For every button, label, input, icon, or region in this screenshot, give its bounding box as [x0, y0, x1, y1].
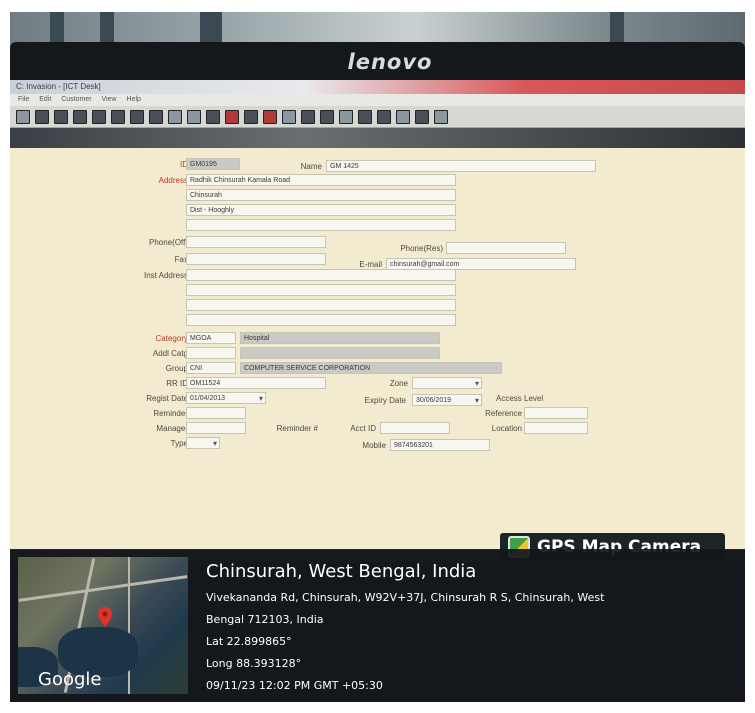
toolbar-help-icon[interactable]: [415, 109, 429, 124]
address-line-2[interactable]: Chinsurah: [186, 189, 456, 201]
toolbar-shadow: [10, 128, 745, 148]
toolbar-open-icon[interactable]: [35, 109, 49, 124]
category-code[interactable]: MGOA: [186, 332, 236, 344]
menu-customer[interactable]: Customer: [61, 96, 91, 103]
category-label: Category: [155, 334, 188, 343]
acct-id-field[interactable]: [380, 422, 450, 434]
address-label: Address: [158, 176, 188, 185]
toolbar-lock-icon[interactable]: [396, 109, 410, 124]
menu-bar: File Edit Customer View Help: [10, 94, 745, 106]
acct-id-label: Acct ID: [350, 424, 376, 433]
inst-address-line-4[interactable]: [186, 314, 456, 326]
manager-field[interactable]: [186, 422, 246, 434]
timestamp: 09/11/23 12:02 PM GMT +05:30: [206, 679, 383, 692]
rr-id-field[interactable]: OM11524: [186, 377, 326, 389]
toolbar-filter-icon[interactable]: [187, 109, 201, 124]
toolbar-find-icon[interactable]: [168, 109, 182, 124]
category-value: Hospital: [240, 332, 440, 344]
toolbar-save-icon[interactable]: [54, 109, 68, 124]
address-line-1[interactable]: Radhik Chinsurah Kamala Road: [186, 174, 456, 186]
email-label: E-mail: [359, 260, 382, 269]
id-label: ID: [180, 160, 188, 169]
toolbar: [10, 106, 745, 128]
reference-label: Reference: [485, 409, 522, 418]
toolbar-next-icon[interactable]: [130, 109, 144, 124]
fax-field[interactable]: [186, 253, 326, 265]
group-value: COMPUTER SERVICE CORPORATION: [240, 362, 502, 374]
addl-catg-value: [240, 347, 440, 359]
location-label: Location: [491, 424, 522, 433]
toolbar-mail-icon[interactable]: [339, 109, 353, 124]
type-label: Type: [170, 439, 188, 448]
toolbar-copy-icon[interactable]: [206, 109, 220, 124]
zone-dropdown[interactable]: [412, 377, 482, 389]
toolbar-last-icon[interactable]: [149, 109, 163, 124]
id-field[interactable]: GM0195: [186, 158, 240, 170]
toolbar-prev-icon[interactable]: [111, 109, 125, 124]
phone-off-field[interactable]: [186, 236, 326, 248]
reminder-field[interactable]: [186, 407, 246, 419]
latitude: Lat 22.899865°: [206, 635, 292, 648]
menu-edit[interactable]: Edit: [39, 96, 51, 103]
inst-address-line-2[interactable]: [186, 284, 456, 296]
inst-address-line-3[interactable]: [186, 299, 456, 311]
google-map-label: Google: [38, 669, 102, 690]
address-line-3[interactable]: Dist - Hooghly: [186, 204, 456, 216]
reminder-hash-label: Reminder #: [276, 424, 318, 433]
addl-catg-code[interactable]: [186, 347, 236, 359]
phone-res-label: Phone(Res): [400, 244, 443, 253]
reference-field[interactable]: [524, 407, 588, 419]
menu-view[interactable]: View: [102, 96, 117, 103]
addl-catg-label: Addl Catg: [152, 349, 188, 358]
zone-label: Zone: [389, 379, 408, 388]
reg-date-field[interactable]: 01/04/2013: [186, 392, 266, 404]
toolbar-exit-icon[interactable]: [434, 109, 448, 124]
toolbar-first-icon[interactable]: [92, 109, 106, 124]
group-code[interactable]: CNI: [186, 362, 236, 374]
location-address-line-2: Bengal 712103, India: [206, 613, 324, 626]
window-title: C: Invasion - [ICT Desk]: [10, 80, 745, 94]
mobile-field[interactable]: 9874563201: [390, 439, 490, 451]
access-level-label: Access Level: [496, 394, 544, 403]
longitude: Long 88.393128°: [206, 657, 302, 670]
reg-date-label: Regist Date: [146, 394, 188, 403]
mobile-label: Mobile: [362, 441, 386, 450]
name-label: Name: [300, 162, 322, 171]
toolbar-user-icon[interactable]: [377, 109, 391, 124]
toolbar-delete-icon[interactable]: [225, 109, 239, 124]
location-pin-icon: [98, 607, 112, 627]
location-overlay: Google Chinsurah, West Bengal, India Viv…: [10, 549, 745, 702]
reminder-label: Reminder: [153, 409, 188, 418]
toolbar-cut-icon[interactable]: [244, 109, 258, 124]
expiry-date-field[interactable]: 30/06/2019: [412, 394, 482, 406]
monitor-screen: C: Invasion - [ICT Desk] File Edit Custo…: [10, 80, 745, 550]
manager-label: Manager: [156, 424, 188, 433]
location-title: Chinsurah, West Bengal, India: [206, 561, 477, 582]
toolbar-close-icon[interactable]: [263, 109, 277, 124]
rr-id-label: RR ID: [166, 379, 188, 388]
toolbar-refresh-icon[interactable]: [282, 109, 296, 124]
type-dropdown[interactable]: [186, 437, 220, 449]
inst-address-line-1[interactable]: [186, 269, 456, 281]
toolbar-settings-icon[interactable]: [358, 109, 372, 124]
monitor-brand-logo: lenovo: [347, 50, 433, 74]
location-field[interactable]: [524, 422, 588, 434]
inst-address-label: Inst Address: [143, 271, 188, 280]
toolbar-new-icon[interactable]: [16, 109, 30, 124]
phone-res-field[interactable]: [446, 242, 566, 254]
expiry-date-label: Expiry Date: [364, 396, 406, 405]
customer-form: ID GM0195 Name GM 1425 Address Radhik Ch…: [10, 148, 745, 550]
group-label: Group: [165, 364, 188, 373]
toolbar-report-icon[interactable]: [320, 109, 334, 124]
phone-off-label: Phone(Off): [149, 238, 188, 247]
location-address-line-1: Vivekananda Rd, Chinsurah, W92V+37J, Chi…: [206, 591, 605, 604]
name-field[interactable]: GM 1425: [326, 160, 596, 172]
menu-help[interactable]: Help: [127, 96, 141, 103]
mini-map: Google: [18, 557, 188, 694]
toolbar-calc-icon[interactable]: [301, 109, 315, 124]
menu-file[interactable]: File: [18, 96, 29, 103]
fax-label: Fax: [174, 255, 188, 264]
toolbar-print-icon[interactable]: [73, 109, 87, 124]
address-line-4[interactable]: [186, 219, 456, 231]
